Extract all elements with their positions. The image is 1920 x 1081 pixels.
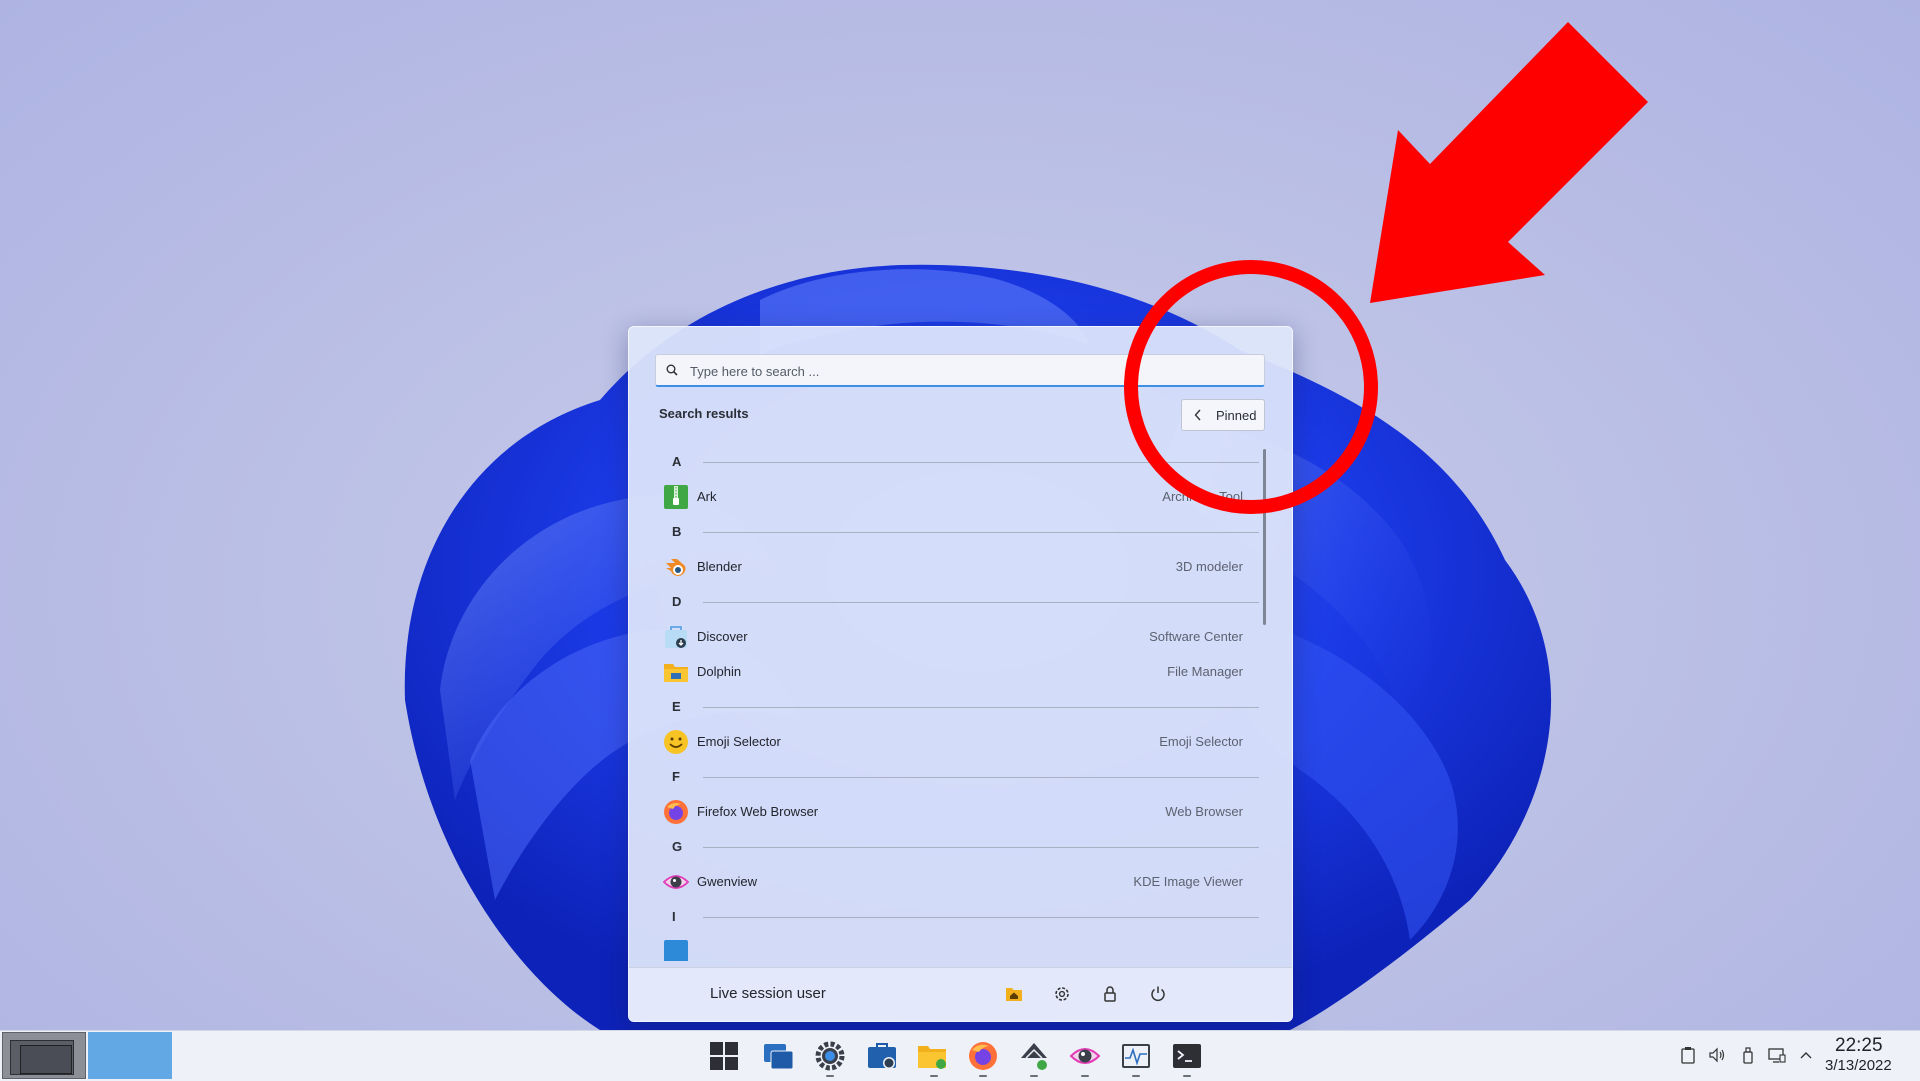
blender-icon — [666, 559, 686, 576]
section-header-i: I — [655, 899, 1267, 934]
network-icon[interactable] — [1018, 1040, 1050, 1072]
firefox-icon[interactable] — [967, 1040, 999, 1072]
list-item-blender[interactable]: Blender 3D modeler — [655, 549, 1267, 584]
app-description: Web Browser — [1165, 804, 1243, 819]
running-indicator — [1081, 1075, 1089, 1077]
running-indicator — [1030, 1075, 1038, 1077]
app-name: Emoji Selector — [697, 734, 781, 749]
app-description: Archiving Tool — [1162, 489, 1243, 504]
app-list: A Ark Archiving Tool B Blender 3D modele… — [655, 444, 1267, 961]
section-header-b: B — [655, 514, 1267, 549]
section-letter: D — [672, 594, 682, 609]
window-thumbnail — [20, 1045, 72, 1074]
ark-icon — [664, 485, 688, 509]
list-item-discover[interactable]: Discover Software Center — [655, 619, 1267, 654]
clock-time[interactable]: 22:25 — [1835, 1035, 1883, 1057]
section-letter: A — [672, 454, 682, 469]
section-letter: E — [672, 699, 681, 714]
network-monitor-icon[interactable] — [1768, 1046, 1786, 1064]
section-divider — [703, 602, 1259, 603]
section-divider — [703, 532, 1259, 533]
gwenview-icon[interactable] — [1069, 1040, 1101, 1072]
running-indicator — [979, 1075, 987, 1077]
list-item-emoji-selector[interactable]: Emoji Selector Emoji Selector — [655, 724, 1267, 759]
start-menu: Search results Pinned A Ark Archiving To… — [628, 326, 1293, 1022]
home-folder-icon[interactable] — [1003, 983, 1025, 1005]
section-divider — [703, 462, 1259, 463]
chevron-left-icon — [1194, 409, 1201, 421]
app-name: Ark — [697, 489, 717, 504]
app-name: Dolphin — [697, 664, 742, 679]
clipboard-icon[interactable] — [1679, 1046, 1697, 1064]
app-description: 3D modeler — [1175, 559, 1243, 574]
section-letter: I — [672, 909, 676, 924]
section-letter: G — [672, 839, 683, 854]
dolphin-icon — [664, 664, 688, 682]
system-monitor-icon[interactable] — [1120, 1040, 1152, 1072]
virtual-desktop-2[interactable] — [88, 1032, 172, 1079]
terminal-icon[interactable] — [1171, 1040, 1203, 1072]
app-description: Software Center — [1149, 629, 1243, 644]
volume-icon[interactable] — [1708, 1046, 1726, 1064]
emoji-icon — [664, 730, 688, 754]
usb-icon[interactable] — [1739, 1046, 1757, 1064]
pinned-button[interactable]: Pinned — [1181, 399, 1265, 431]
list-item-gwenview[interactable]: Gwenview KDE Image Viewer — [655, 864, 1267, 899]
start-menu-icon[interactable] — [708, 1040, 740, 1072]
virtual-desktop-1[interactable] — [2, 1032, 86, 1079]
list-item-dolphin[interactable]: Dolphin File Manager — [655, 654, 1267, 689]
section-divider — [703, 777, 1259, 778]
discover-icon — [665, 626, 687, 648]
menu-footer: Live session user — [629, 967, 1292, 1021]
power-icon[interactable] — [1147, 983, 1169, 1005]
taskbar: 22:25 3/13/2022 — [0, 1030, 1920, 1081]
section-header-g: G — [655, 829, 1267, 864]
app-name: Gwenview — [697, 874, 757, 889]
dolphin-icon[interactable] — [916, 1040, 948, 1072]
app-name: Blender — [697, 559, 742, 574]
list-item-firefox[interactable]: Firefox Web Browser Web Browser — [655, 794, 1267, 829]
search-box[interactable] — [655, 354, 1265, 388]
section-letter: F — [672, 769, 680, 784]
list-scrollbar[interactable] — [1263, 449, 1266, 625]
partial-app-icon — [664, 940, 688, 961]
clock-date[interactable]: 3/13/2022 — [1825, 1057, 1892, 1074]
section-header-e: E — [655, 689, 1267, 724]
expand-tray-icon[interactable] — [1797, 1046, 1815, 1064]
settings-icon[interactable] — [1051, 983, 1073, 1005]
section-header-d: D — [655, 584, 1267, 619]
running-indicator — [1132, 1075, 1140, 1077]
search-input[interactable] — [688, 355, 1252, 388]
firefox-icon — [664, 800, 688, 824]
app-name: Firefox Web Browser — [697, 804, 819, 819]
section-letter: B — [672, 524, 682, 539]
section-divider — [703, 707, 1259, 708]
app-description: KDE Image Viewer — [1133, 874, 1243, 889]
app-name: Discover — [697, 629, 748, 644]
user-name: Live session user — [710, 985, 826, 1002]
lock-icon[interactable] — [1099, 983, 1121, 1005]
search-icon — [666, 364, 678, 376]
app-description: File Manager — [1167, 664, 1243, 679]
section-title: Search results — [659, 406, 749, 421]
running-indicator — [1183, 1075, 1191, 1077]
section-header-a: A — [655, 444, 1267, 479]
list-item-partial[interactable] — [655, 934, 1267, 961]
discover-icon[interactable] — [866, 1040, 898, 1072]
task-switcher-icon[interactable] — [762, 1040, 794, 1072]
section-divider — [703, 917, 1259, 918]
system-settings-icon[interactable] — [814, 1040, 846, 1072]
pinned-button-label: Pinned — [1216, 408, 1257, 423]
list-item-ark[interactable]: Ark Archiving Tool — [655, 479, 1267, 514]
gwenview-icon — [663, 875, 689, 889]
section-divider — [703, 847, 1259, 848]
app-description: Emoji Selector — [1159, 734, 1243, 749]
section-header-f: F — [655, 759, 1267, 794]
running-indicator — [826, 1075, 834, 1077]
running-indicator — [930, 1075, 938, 1077]
